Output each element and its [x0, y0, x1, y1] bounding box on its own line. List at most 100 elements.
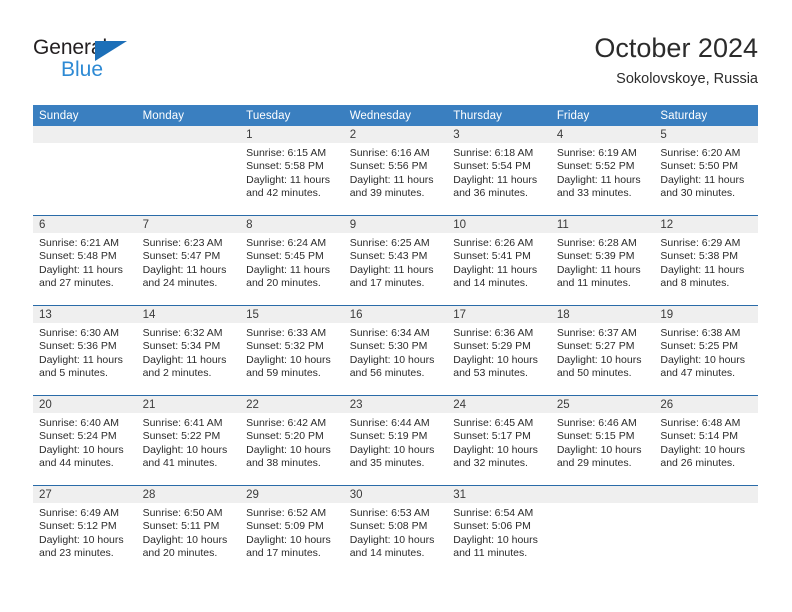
daylight-duration-line1: Daylight: 10 hours — [142, 443, 228, 456]
day-1: 1 Sunrise: 6:15 AM Sunset: 5:58 PM Daylight… — [240, 126, 344, 215]
day-number: 6 — [33, 216, 137, 233]
day-number: 10 — [447, 216, 551, 233]
calendar-day-cell[interactable]: 12 Sunrise: 6:29 AM Sunset: 5:38 PM Dayligh… — [654, 215, 758, 306]
calendar-day-cell[interactable]: 3 Sunrise: 6:18 AM Sunset: 5:54 PM Daylight… — [447, 126, 551, 216]
day-details: Sunrise: 6:18 AM Sunset: 5:54 PM Daylight:… — [447, 143, 551, 201]
day-13: 13 Sunrise: 6:30 AM Sunset: 5:36 PM Dayligh… — [33, 306, 137, 395]
day-details: Sunrise: 6:32 AM Sunset: 5:34 PM Daylight:… — [137, 323, 241, 381]
calendar-day-cell[interactable]: 8 Sunrise: 6:24 AM Sunset: 5:45 PM Daylight… — [240, 215, 344, 306]
general-blue-logo[interactable]: General Blue — [33, 36, 183, 88]
day-24: 24 Sunrise: 6:45 AM Sunset: 5:17 PM Dayligh… — [447, 396, 551, 485]
day-28: 28 Sunrise: 6:50 AM Sunset: 5:11 PM Dayligh… — [136, 486, 241, 575]
daylight-duration-line1: Daylight: 10 hours — [246, 533, 331, 546]
sunrise-time: Sunrise: 6:21 AM — [39, 237, 119, 249]
day-details: Sunrise: 6:48 AM Sunset: 5:14 PM Daylight:… — [654, 413, 758, 471]
calendar-day-cell[interactable]: 4 Sunrise: 6:19 AM Sunset: 5:52 PM Daylight… — [550, 126, 655, 216]
day-27: 27 Sunrise: 6:49 AM Sunset: 5:12 PM Dayligh… — [33, 486, 137, 575]
daylight-duration-line1: Daylight: 10 hours — [556, 443, 642, 456]
calendar-day-cell[interactable]: 21 Sunrise: 6:41 AM Sunset: 5:22 PM Dayligh… — [136, 395, 241, 486]
day-number: 22 — [240, 396, 344, 413]
calendar-day-cell[interactable]: 10 Sunrise: 6:26 AM Sunset: 5:41 PM Dayligh… — [447, 215, 551, 306]
sunrise-time: Sunrise: 6:54 AM — [453, 507, 534, 519]
sunrise-time: Sunrise: 6:33 AM — [246, 327, 327, 339]
day-6: 6 Sunrise: 6:21 AM Sunset: 5:48 PM Daylight… — [33, 216, 137, 305]
day-details: Sunrise: 6:37 AM Sunset: 5:27 PM Daylight:… — [551, 323, 655, 381]
day-details: Sunrise: 6:16 AM Sunset: 5:56 PM Daylight:… — [344, 143, 448, 201]
day-details: Sunrise: 6:30 AM Sunset: 5:36 PM Daylight:… — [33, 323, 137, 381]
day-number: 13 — [33, 306, 137, 323]
calendar-day-cell[interactable]: 1 Sunrise: 6:15 AM Sunset: 5:58 PM Daylight… — [240, 126, 344, 216]
calendar-day-cell[interactable]: 29 Sunrise: 6:52 AM Sunset: 5:09 PM Dayligh… — [240, 485, 344, 575]
day-details: Sunrise: 6:15 AM Sunset: 5:58 PM Daylight:… — [240, 143, 344, 201]
calendar-day-cell[interactable]: 20 Sunrise: 6:40 AM Sunset: 5:24 PM Dayligh… — [33, 395, 137, 486]
day-details: Sunrise: 6:24 AM Sunset: 5:45 PM Daylight:… — [240, 233, 344, 291]
logo-text-blue: Blue — [61, 58, 104, 81]
calendar-day-cell[interactable]: 16 Sunrise: 6:34 AM Sunset: 5:30 PM Dayligh… — [343, 305, 448, 396]
day-number: 12 — [654, 216, 758, 233]
calendar-day-cell — [550, 485, 655, 575]
day-11: 11 Sunrise: 6:28 AM Sunset: 5:39 PM Dayligh… — [550, 216, 655, 305]
day-number — [136, 126, 241, 143]
calendar-day-cell[interactable]: 11 Sunrise: 6:28 AM Sunset: 5:39 PM Dayligh… — [550, 215, 655, 306]
daylight-duration-line2: and 14 minutes. — [453, 277, 528, 290]
calendar-day-cell[interactable]: 5 Sunrise: 6:20 AM Sunset: 5:50 PM Daylight… — [654, 126, 758, 216]
calendar-day-cell[interactable]: 24 Sunrise: 6:45 AM Sunset: 5:17 PM Dayligh… — [447, 395, 551, 486]
sunrise-time: Sunrise: 6:49 AM — [39, 507, 119, 519]
sunset-time: Sunset: 5:15 PM — [556, 430, 635, 443]
day-number: 1 — [240, 126, 344, 143]
day-30: 30 Sunrise: 6:53 AM Sunset: 5:08 PM Dayligh… — [343, 486, 448, 575]
calendar-day-cell[interactable]: 30 Sunrise: 6:53 AM Sunset: 5:08 PM Dayligh… — [343, 485, 448, 575]
day-19: 19 Sunrise: 6:38 AM Sunset: 5:25 PM Dayligh… — [654, 306, 758, 395]
calendar-day-cell[interactable]: 7 Sunrise: 6:23 AM Sunset: 5:47 PM Daylight… — [136, 215, 241, 306]
daylight-duration-line1: Daylight: 10 hours — [349, 443, 435, 456]
day-details: Sunrise: 6:23 AM Sunset: 5:47 PM Daylight:… — [137, 233, 241, 291]
daylight-duration-line2: and 14 minutes. — [349, 547, 425, 560]
calendar-week-row: 6 Sunrise: 6:21 AM Sunset: 5:48 PM Daylight… — [33, 215, 758, 306]
sunrise-time: Sunrise: 6:46 AM — [556, 417, 637, 429]
empty-day — [654, 486, 758, 575]
calendar-day-cell[interactable]: 2 Sunrise: 6:16 AM Sunset: 5:56 PM Daylight… — [343, 126, 448, 216]
day-details: Sunrise: 6:20 AM Sunset: 5:50 PM Daylight:… — [654, 143, 758, 201]
sunrise-time: Sunrise: 6:45 AM — [453, 417, 534, 429]
daylight-duration-line2: and 32 minutes. — [453, 457, 528, 470]
calendar-day-cell[interactable]: 31 Sunrise: 6:54 AM Sunset: 5:06 PM Dayligh… — [447, 485, 551, 575]
sunrise-time: Sunrise: 6:24 AM — [246, 237, 327, 249]
calendar-day-cell[interactable]: 17 Sunrise: 6:36 AM Sunset: 5:29 PM Dayligh… — [447, 305, 551, 396]
daylight-duration-line2: and 2 minutes. — [142, 367, 212, 380]
day-details: Sunrise: 6:21 AM Sunset: 5:48 PM Daylight:… — [33, 233, 137, 291]
daylight-duration-line2: and 11 minutes. — [453, 547, 528, 560]
sunset-time: Sunset: 5:48 PM — [39, 250, 117, 263]
calendar-day-cell[interactable]: 13 Sunrise: 6:30 AM Sunset: 5:36 PM Dayligh… — [33, 305, 137, 396]
page-header: General Blue October 2024 Sokolovskoye, … — [0, 0, 792, 104]
calendar-day-cell[interactable]: 26 Sunrise: 6:48 AM Sunset: 5:14 PM Dayligh… — [654, 395, 758, 486]
calendar-day-cell[interactable]: 28 Sunrise: 6:50 AM Sunset: 5:11 PM Dayligh… — [136, 485, 241, 575]
calendar-week-row: 27 Sunrise: 6:49 AM Sunset: 5:12 PM Dayligh… — [33, 485, 758, 575]
day-22: 22 Sunrise: 6:42 AM Sunset: 5:20 PM Dayligh… — [240, 396, 344, 485]
day-23: 23 Sunrise: 6:44 AM Sunset: 5:19 PM Dayligh… — [343, 396, 448, 485]
calendar-day-cell[interactable]: 19 Sunrise: 6:38 AM Sunset: 5:25 PM Dayligh… — [654, 305, 758, 396]
day-8: 8 Sunrise: 6:24 AM Sunset: 5:45 PM Daylight… — [240, 216, 344, 305]
calendar-day-cell[interactable]: 14 Sunrise: 6:32 AM Sunset: 5:34 PM Dayligh… — [136, 305, 241, 396]
calendar-day-cell[interactable]: 18 Sunrise: 6:37 AM Sunset: 5:27 PM Dayligh… — [550, 305, 655, 396]
sunrise-time: Sunrise: 6:41 AM — [142, 417, 223, 429]
calendar-day-cell[interactable]: 25 Sunrise: 6:46 AM Sunset: 5:15 PM Dayligh… — [550, 395, 655, 486]
sunset-time: Sunset: 5:36 PM — [39, 340, 117, 353]
sunset-time: Sunset: 5:38 PM — [660, 250, 739, 263]
calendar-week-row: 1 Sunrise: 6:15 AM Sunset: 5:58 PM Daylight… — [33, 126, 758, 216]
calendar-day-cell[interactable]: 23 Sunrise: 6:44 AM Sunset: 5:19 PM Dayligh… — [343, 395, 448, 486]
day-9: 9 Sunrise: 6:25 AM Sunset: 5:43 PM Daylight… — [343, 216, 448, 305]
calendar-day-cell[interactable]: 9 Sunrise: 6:25 AM Sunset: 5:43 PM Daylight… — [343, 215, 448, 306]
sunrise-time: Sunrise: 6:53 AM — [349, 507, 430, 519]
sunrise-time: Sunrise: 6:52 AM — [246, 507, 327, 519]
day-details: Sunrise: 6:33 AM Sunset: 5:32 PM Daylight:… — [240, 323, 344, 381]
calendar-day-cell[interactable]: 22 Sunrise: 6:42 AM Sunset: 5:20 PM Dayligh… — [240, 395, 344, 486]
calendar-day-cell[interactable]: 27 Sunrise: 6:49 AM Sunset: 5:12 PM Dayligh… — [33, 485, 137, 575]
calendar-day-cell[interactable]: 15 Sunrise: 6:33 AM Sunset: 5:32 PM Dayligh… — [240, 305, 344, 396]
sunrise-time: Sunrise: 6:48 AM — [660, 417, 741, 429]
day-number: 2 — [343, 126, 448, 143]
sunset-time: Sunset: 5:09 PM — [246, 520, 324, 533]
day-21: 21 Sunrise: 6:41 AM Sunset: 5:22 PM Dayligh… — [136, 396, 241, 485]
day-number: 18 — [550, 306, 655, 323]
calendar-day-cell[interactable]: 6 Sunrise: 6:21 AM Sunset: 5:48 PM Daylight… — [33, 215, 137, 306]
daylight-duration-line1: Daylight: 11 hours — [660, 173, 745, 186]
